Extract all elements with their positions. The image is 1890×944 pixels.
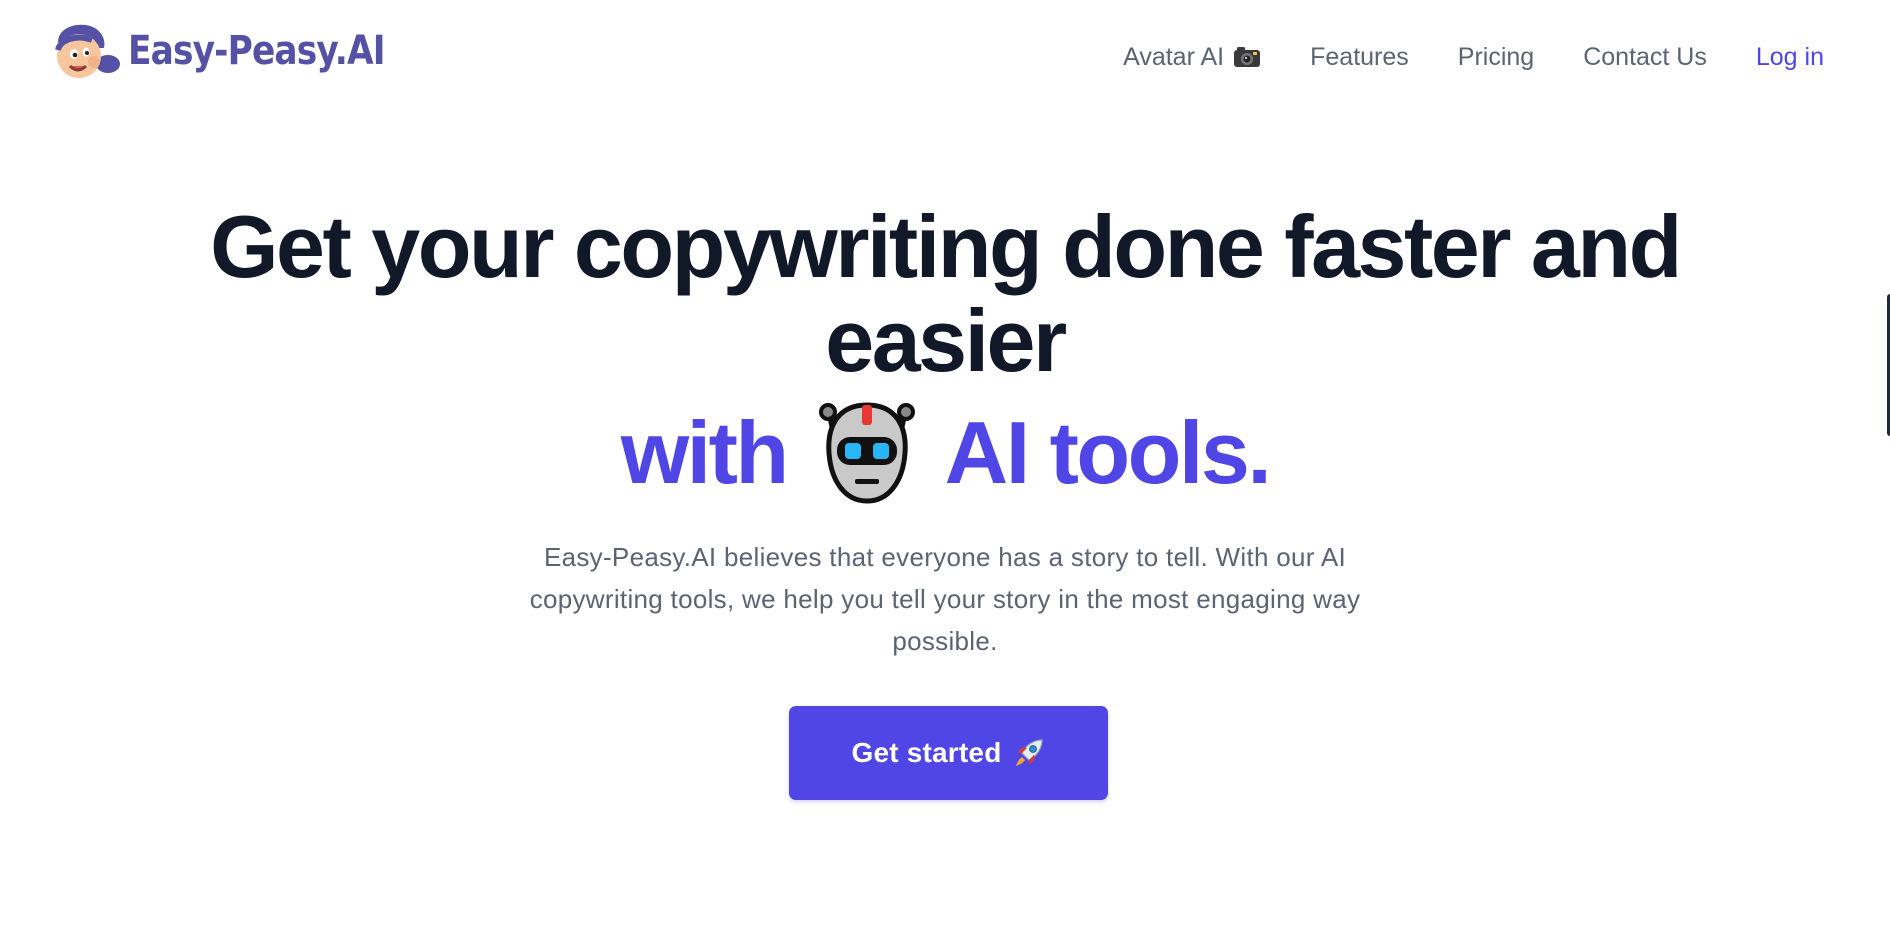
hero-accent-after: AI tools. [944,403,1272,502]
nav-item-pricing[interactable]: Pricing [1458,43,1534,72]
mascot-logo-icon [55,24,120,78]
brand-name: Easy-Peasy.AI [128,28,386,74]
robot-icon [818,402,915,504]
site-header: Easy-Peasy.AI Avatar AI Features Pricing… [0,0,1890,110]
brand-logo-link[interactable]: Easy-Peasy.AI [46,20,426,82]
hero-accent-line: with AI tools. [0,398,1890,508]
nav-item-avatar-ai[interactable]: Avatar AI [1123,43,1261,72]
hero-title: Get your copywriting done faster and eas… [0,200,1890,388]
login-link[interactable]: Log in [1756,43,1824,72]
get-started-button[interactable]: Get started [789,706,1108,800]
get-started-label: Get started [851,737,1002,768]
landing-page: Easy-Peasy.AI Avatar AI Features Pricing… [0,0,1890,944]
hero-accent-before: with [620,403,789,502]
main-nav: Avatar AI Features Pricing Contact Us Lo… [1123,36,1824,78]
rocket-icon [1015,739,1043,766]
hero-title-line-2: easier [825,291,1067,390]
camera-icon [1234,47,1261,67]
hero-section: Get your copywriting done faster and eas… [0,200,1890,662]
nav-item-features[interactable]: Features [1310,43,1409,72]
nav-item-label: Avatar AI [1123,42,1225,71]
hero-description: Easy-Peasy.AI believes that everyone has… [529,542,1361,656]
hero-title-line-1: Get your copywriting done faster and [210,197,1682,296]
nav-item-contact-us[interactable]: Contact Us [1583,43,1707,72]
